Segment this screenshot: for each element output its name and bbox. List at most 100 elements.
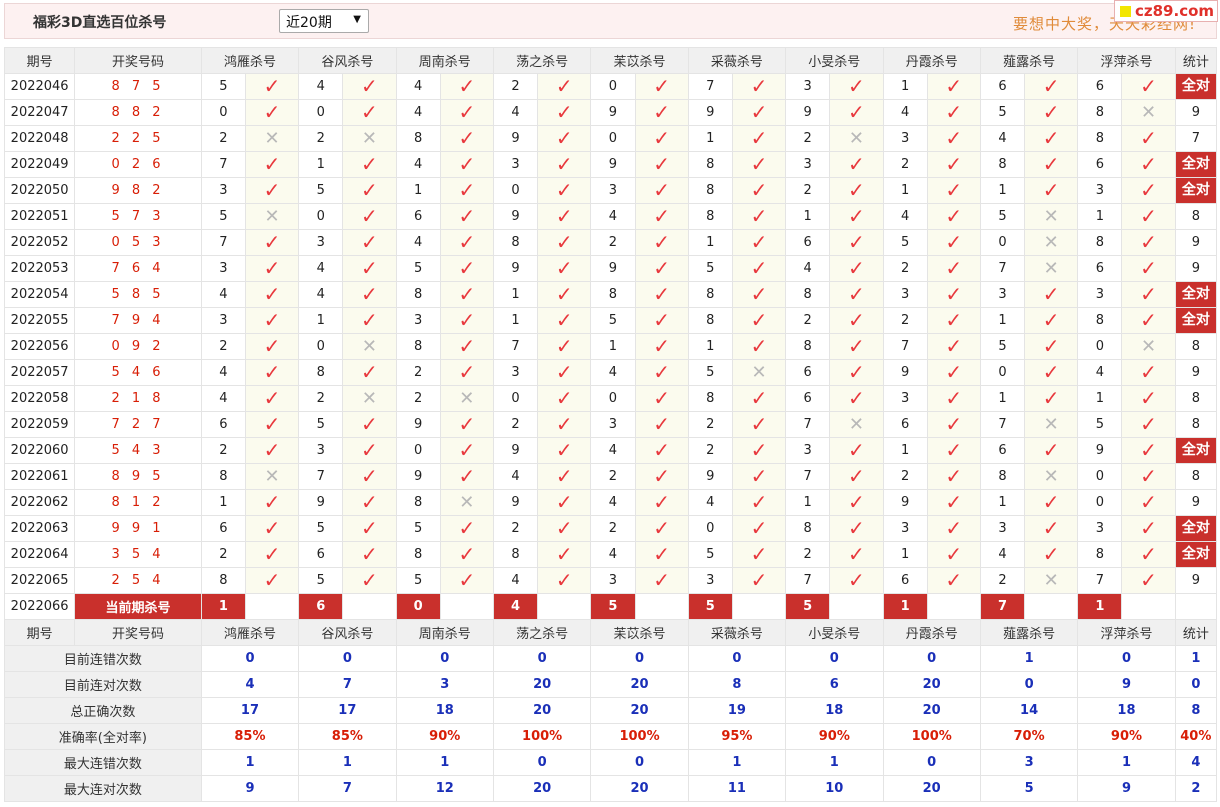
result-mark: ✓ [537,99,592,126]
kill-number: 5 [298,177,344,204]
check-icon: ✓ [555,204,573,228]
summary-value: 0 [1077,645,1176,672]
col-header-expert: 浮萍杀号 [1077,47,1176,74]
row-stat: 全对 [1174,73,1218,100]
check-icon: ✓ [263,178,281,202]
kill-number: 4 [298,73,344,100]
result-mark: ✓ [1024,73,1079,100]
check-icon: ✓ [555,256,573,280]
result-mark: ✓ [926,541,981,568]
check-icon: ✓ [945,438,963,462]
kill-number: 3 [298,229,344,256]
result-mark: ✓ [634,99,689,126]
kill-number: 1 [979,307,1026,334]
kill-number: 5 [979,99,1026,126]
summary-label: 最大连对次数 [4,775,202,802]
check-icon: ✓ [945,178,963,202]
check-icon: ✓ [750,126,768,150]
col-header-issue: 期号 [3,47,76,74]
result-mark: ✓ [244,177,300,204]
result-mark: ✕ [439,385,494,412]
table-row: 2022062 8 1 2 1 ✓ 9 ✓ 8 ✕ 9 ✓ 4 ✓ 4 ✓ 1 ✓ 9 ✓ 1 ✓ 0 ✓ 9 [3,489,1218,516]
kill-number: 2 [200,437,246,464]
check-icon: ✓ [263,568,281,592]
period-select[interactable]: 近20期 ▼ [279,9,369,33]
result-mark: ✓ [829,463,884,490]
summary-value: 9 [1077,671,1176,698]
check-icon: ✓ [555,438,573,462]
result-mark: ✓ [829,73,884,100]
kill-number: 9 [492,125,539,152]
result-mark: ✓ [244,437,300,464]
result-mark: ✓ [634,281,689,308]
summary-value: 1 [298,749,397,776]
check-icon: ✓ [263,438,281,462]
result-mark: ✓ [342,359,397,386]
result-mark: ✓ [634,177,689,204]
check-icon: ✓ [1042,178,1060,202]
result-mark: ✓ [731,73,787,100]
kill-number: 8 [1077,541,1123,568]
site-badge[interactable]: cz89.com [1114,0,1218,22]
summary-value: 0 [687,645,787,672]
check-icon: ✓ [555,386,573,410]
result-mark: ✓ [731,463,787,490]
result-mark: ✓ [829,99,884,126]
kill-number: 9 [882,359,928,386]
table-row: 2022061 8 9 5 8 ✕ 7 ✓ 9 ✓ 4 ✓ 2 ✓ 9 ✓ 7 ✓ 2 ✓ 8 ✕ 0 ✓ 8 [3,463,1218,490]
kill-number: 3 [979,281,1026,308]
result-mark: ✓ [829,177,884,204]
summary-value: 0 [590,645,689,672]
result-mark: ✓ [731,567,787,594]
check-icon: ✓ [361,100,378,124]
issue-number: 2022061 [3,463,76,490]
cross-icon: ✕ [264,205,280,227]
kill-number: 8 [1077,307,1123,334]
result-mark: ✓ [634,489,689,516]
result-mark: ✓ [342,489,397,516]
result-mark: ✓ [1024,281,1079,308]
check-icon: ✓ [263,542,281,566]
result-mark: ✓ [634,567,689,594]
col-header-stat: 统计 [1174,47,1218,74]
current-stat-cell [1174,593,1218,620]
result-mark: ✕ [244,125,300,152]
result-mark: ✓ [634,541,689,568]
check-icon: ✓ [653,230,670,254]
table-row: 2022056 0 9 2 2 ✓ 0 ✕ 8 ✓ 7 ✓ 1 ✓ 1 ✓ 8 ✓ 7 ✓ 5 ✓ 0 ✕ 8 [3,333,1218,360]
result-mark: ✓ [926,489,981,516]
result-mark: ✓ [634,515,689,542]
kill-number: 8 [395,281,441,308]
result-mark: ✓ [926,359,981,386]
result-mark: ✓ [1121,359,1176,386]
kill-number: 2 [298,125,344,152]
result-mark: ✓ [1121,463,1176,490]
check-icon: ✓ [750,152,768,176]
check-icon: ✓ [653,438,670,462]
result-mark: ✓ [342,281,397,308]
kill-number: 2 [590,229,636,256]
kill-number: 9 [687,99,733,126]
result-mark: ✓ [439,437,494,464]
kill-number: 0 [492,177,539,204]
table-row: 2022059 7 2 7 6 ✓ 5 ✓ 9 ✓ 2 ✓ 3 ✓ 2 ✓ 7 ✕ 6 ✓ 7 ✕ 5 ✓ 8 [3,411,1218,438]
check-icon: ✓ [1140,412,1157,436]
cross-icon: ✕ [848,413,864,435]
summary-value: 70% [979,723,1079,750]
result-mark: ✓ [537,541,592,568]
result-mark: ✓ [342,255,397,282]
kill-number: 4 [395,151,441,178]
kill-number: 0 [298,333,344,360]
all-correct-badge: 全对 [1176,542,1216,567]
result-mark: ✓ [926,463,981,490]
check-icon: ✓ [263,256,281,280]
kill-number: 1 [687,333,733,360]
kill-number: 1 [785,203,831,230]
draw-number: 8 7 5 [74,73,202,100]
check-icon: ✓ [750,438,768,462]
current-period-row: 2022066 当前期杀号 1 6 0 4 5 5 5 1 7 1 [3,593,1218,620]
summary-value: 3 [395,671,494,698]
check-icon: ✓ [848,256,865,280]
issue-number: 2022047 [3,99,76,126]
issue-number: 2022063 [3,515,76,542]
